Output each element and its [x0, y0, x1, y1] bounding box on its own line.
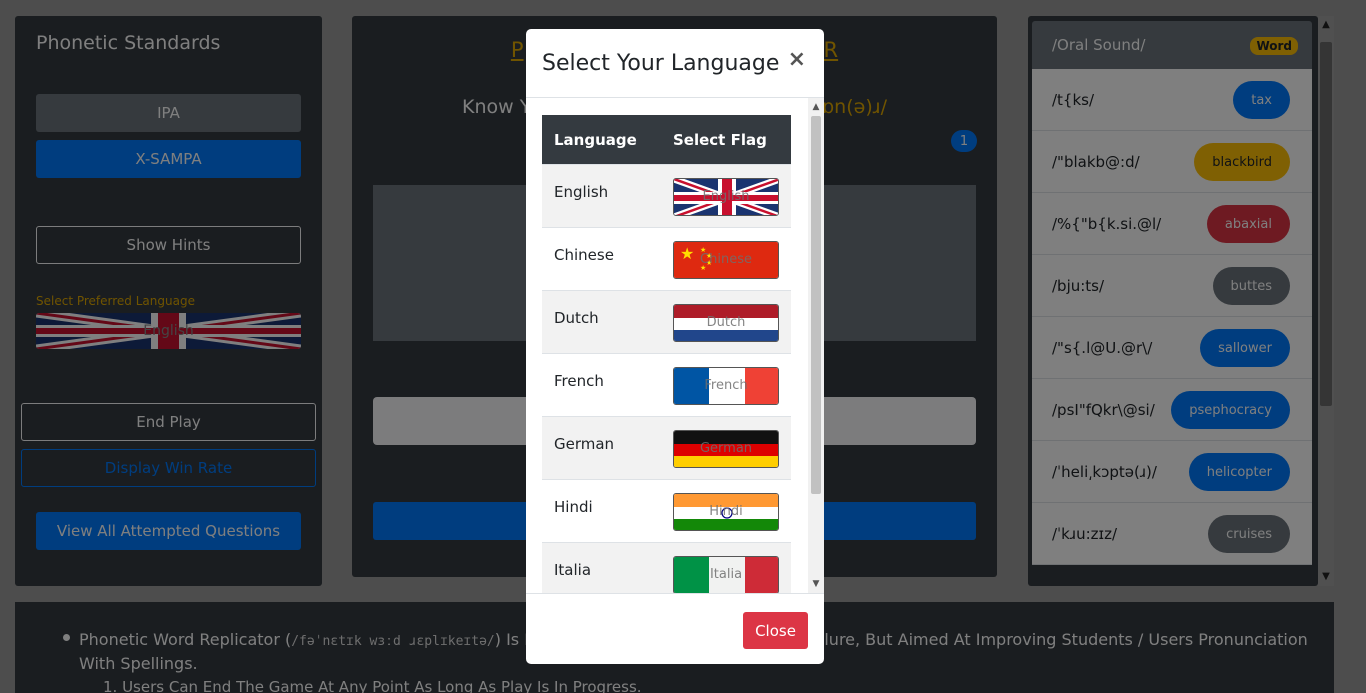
flag-button-nl[interactable]: Dutch	[673, 304, 779, 342]
language-row: French French	[542, 353, 791, 416]
flag-button-de[interactable]: German	[673, 430, 779, 468]
language-name: Italia	[554, 561, 592, 579]
modal-scrollbar[interactable]: ▲ ▼	[808, 98, 824, 593]
language-rows: English English Chinese ★ ★ ★ ★ ★ Chinese…	[542, 164, 791, 593]
flag-button-fr[interactable]: French	[673, 367, 779, 405]
select-language-modal: Select Your Language × Language Select F…	[526, 29, 824, 664]
language-row: Dutch Dutch	[542, 290, 791, 353]
close-icon[interactable]: ×	[788, 47, 806, 72]
flag-label: Dutch	[706, 315, 746, 330]
flag-button-uk[interactable]: English	[673, 178, 779, 216]
close-button[interactable]: Close	[743, 612, 808, 649]
flag-label: Chinese	[700, 252, 752, 267]
language-table: Language Select Flag English English Chin…	[542, 115, 791, 593]
language-row: Hindi Hindi	[542, 479, 791, 542]
language-column-header: Language	[554, 131, 637, 149]
language-name: German	[554, 435, 615, 453]
modal-header: Select Your Language ×	[526, 29, 824, 98]
language-name: English	[554, 183, 609, 201]
flag-label: German	[699, 441, 753, 456]
flag-button-in[interactable]: Hindi	[673, 493, 779, 531]
modal-scrollbar-thumb[interactable]	[811, 116, 821, 494]
flag-label: Italia	[709, 567, 743, 582]
flag-label: French	[704, 378, 748, 393]
flag-label: Hindi	[709, 504, 743, 519]
language-name: Dutch	[554, 309, 599, 327]
language-row: Italia Italia	[542, 542, 791, 593]
language-row: German German	[542, 416, 791, 479]
language-name: Hindi	[554, 498, 593, 516]
language-table-header: Language Select Flag	[542, 115, 791, 164]
language-row: Chinese ★ ★ ★ ★ ★ Chinese	[542, 227, 791, 290]
language-name: Chinese	[554, 246, 614, 264]
scroll-up-icon[interactable]: ▲	[808, 100, 824, 114]
modal-footer: Close	[526, 593, 824, 664]
modal-body: Language Select Flag English English Chin…	[526, 98, 824, 593]
language-row: English English	[542, 164, 791, 227]
flag-button-cn[interactable]: ★ ★ ★ ★ ★ Chinese	[673, 241, 779, 279]
language-name: French	[554, 372, 604, 390]
flag-label: English	[702, 189, 750, 204]
scroll-down-icon[interactable]: ▼	[808, 577, 824, 591]
flag-column-header: Select Flag	[673, 131, 767, 149]
modal-title: Select Your Language	[542, 51, 780, 76]
flag-button-it[interactable]: Italia	[673, 556, 779, 593]
